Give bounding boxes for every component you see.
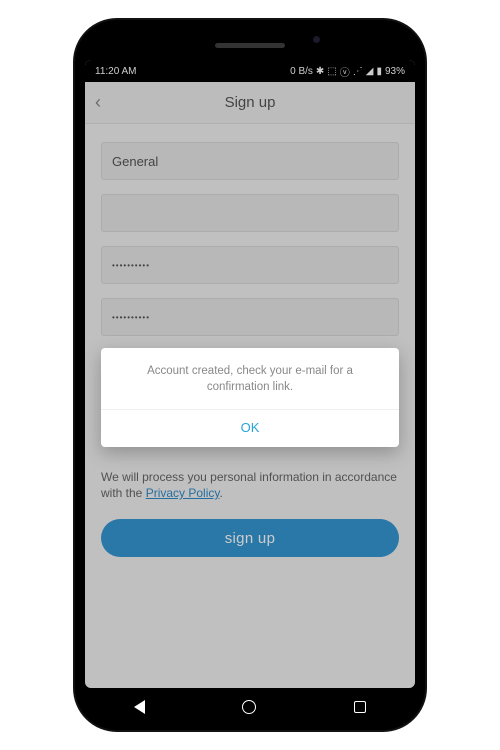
nav-recent-icon[interactable] [354,701,366,713]
front-camera [313,36,320,43]
dialog-ok-button[interactable]: OK [101,410,399,447]
dialog-message: Account created, check your e-mail for a… [101,348,399,409]
android-navbar [85,688,415,726]
confirmation-dialog: Account created, check your e-mail for a… [101,348,399,447]
speaker-grille [215,43,285,48]
nav-back-icon[interactable] [134,700,145,714]
nav-home-icon[interactable] [242,700,256,714]
phone-frame: 11:20 AM 0 B/s ✱ ⬚ ⓥ ⋰ ◢ ▮ 93% ‹ Sign up… [75,20,425,730]
screen: 11:20 AM 0 B/s ✱ ⬚ ⓥ ⋰ ◢ ▮ 93% ‹ Sign up… [85,60,415,688]
phone-earpiece-area [85,30,415,60]
